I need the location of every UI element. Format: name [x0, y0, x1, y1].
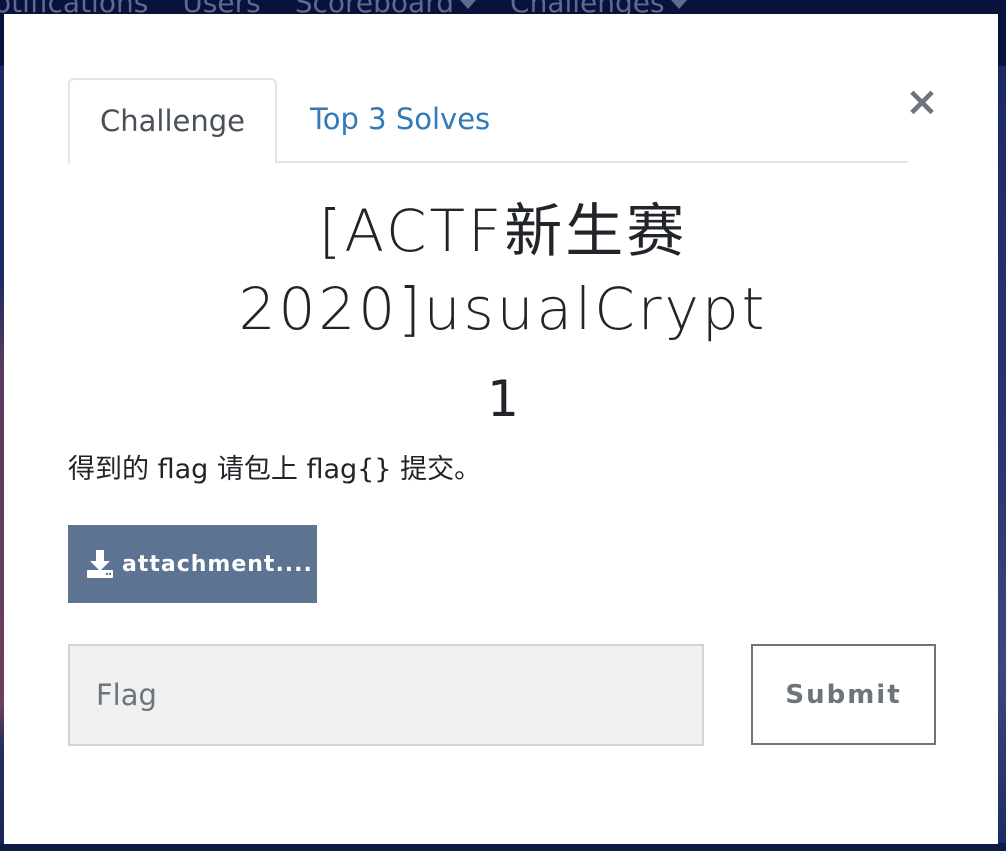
challenge-points: 1 [487, 370, 519, 428]
background-page-bottom [0, 843, 1006, 851]
attachment-download-button[interactable]: attachment.... [68, 525, 317, 603]
caret-down-icon [670, 0, 687, 9]
challenge-modal: Challenge Top 3 Solves × [ACTF新生赛 2020]u… [4, 14, 998, 844]
challenge-title-line1: [ACTF新生赛 [318, 197, 688, 265]
tab-challenge[interactable]: Challenge [68, 78, 277, 164]
flag-input[interactable] [68, 644, 704, 746]
caret-down-icon [460, 0, 477, 9]
tab-top-solves[interactable]: Top 3 Solves [310, 78, 490, 161]
modal-tabs: Challenge Top 3 Solves [68, 78, 908, 164]
submit-button[interactable]: Submit [751, 644, 936, 745]
challenge-title: [ACTF新生赛 2020]usualCrypt [68, 192, 938, 348]
challenge-title-line2: 2020]usualCrypt [238, 275, 768, 343]
close-icon[interactable]: × [902, 82, 942, 122]
challenge-description: 得到的 flag 请包上 flag{} 提交。 [68, 454, 482, 485]
attachment-label: attachment.... [122, 551, 313, 577]
download-icon [87, 550, 113, 578]
